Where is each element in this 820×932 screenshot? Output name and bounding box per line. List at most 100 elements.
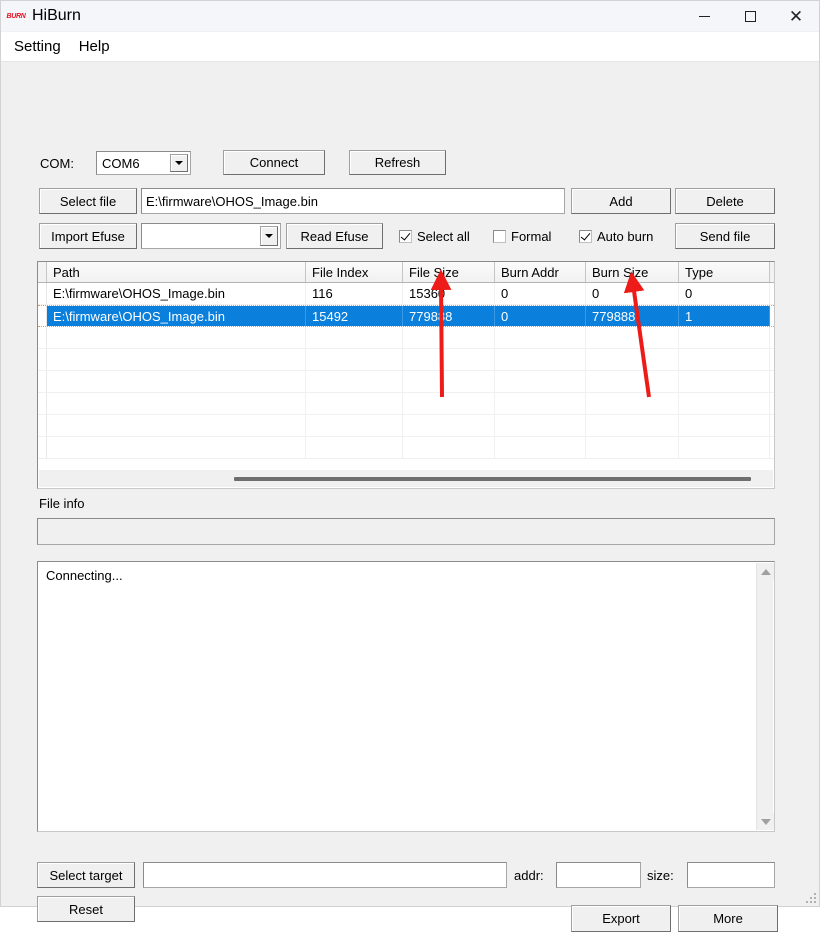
file-list-column-header[interactable]: File Index bbox=[306, 262, 403, 282]
file-info-input[interactable] bbox=[37, 518, 775, 545]
size-label: size: bbox=[647, 868, 674, 883]
com-port-select[interactable]: COM6 bbox=[96, 151, 191, 175]
table-row[interactable]: E:\firmware\OHOS_Image.bin 15492 779888 0 77… bbox=[38, 305, 774, 327]
minimize-icon bbox=[698, 15, 710, 17]
import-efuse-button[interactable]: Import Efuse bbox=[39, 223, 137, 249]
table-cell bbox=[495, 415, 586, 436]
addr-input[interactable] bbox=[556, 862, 641, 888]
refresh-button[interactable]: Refresh bbox=[349, 150, 446, 175]
table-cell bbox=[495, 371, 586, 392]
select-file-button[interactable]: Select file bbox=[39, 188, 137, 214]
table-cell bbox=[47, 415, 306, 436]
table-cell: 0 bbox=[586, 283, 679, 304]
table-row[interactable] bbox=[38, 415, 774, 437]
console-vertical-scrollbar[interactable] bbox=[756, 563, 774, 830]
com-port-dropdown-button[interactable] bbox=[170, 154, 188, 172]
chevron-down-icon bbox=[175, 161, 183, 165]
delete-button[interactable]: Delete bbox=[675, 188, 775, 214]
table-cell bbox=[586, 415, 679, 436]
file-list-header-gutter bbox=[38, 262, 47, 282]
formal-checkbox[interactable]: Formal bbox=[493, 229, 551, 244]
file-info-label: File info bbox=[39, 496, 85, 511]
table-cell: 1 bbox=[679, 306, 770, 326]
table-cell bbox=[306, 393, 403, 414]
title-bar: BURN HiBurn ✕ bbox=[1, 1, 819, 32]
file-path-input[interactable]: E:\firmware\OHOS_Image.bin bbox=[141, 188, 565, 214]
table-cell bbox=[679, 327, 770, 348]
file-list-horizontal-scrollbar[interactable] bbox=[39, 470, 773, 487]
table-cell: 15492 bbox=[306, 306, 403, 326]
table-cell bbox=[495, 349, 586, 370]
table-cell bbox=[47, 349, 306, 370]
table-cell bbox=[306, 349, 403, 370]
formal-label: Formal bbox=[511, 229, 552, 244]
file-list-body: E:\firmware\OHOS_Image.bin 116 15360 0 0 0 E:\… bbox=[38, 283, 774, 459]
app-burn-icon: BURN bbox=[6, 6, 26, 26]
app-icon-label: BURN bbox=[6, 12, 26, 20]
row-gutter bbox=[38, 437, 47, 458]
scroll-down-button[interactable] bbox=[757, 813, 774, 830]
efuse-select[interactable] bbox=[141, 223, 281, 249]
scroll-thumb[interactable] bbox=[234, 476, 751, 481]
table-cell bbox=[586, 327, 679, 348]
table-cell: 0 bbox=[679, 283, 770, 304]
table-cell bbox=[586, 437, 679, 458]
row-gutter bbox=[38, 371, 47, 392]
row-gutter bbox=[38, 327, 47, 348]
select-all-checkbox[interactable]: Select all bbox=[399, 229, 470, 244]
close-button[interactable]: ✕ bbox=[773, 1, 819, 31]
add-button[interactable]: Add bbox=[571, 188, 671, 214]
table-row[interactable]: E:\firmware\OHOS_Image.bin 116 15360 0 0 0 bbox=[38, 283, 774, 305]
table-cell bbox=[679, 349, 770, 370]
menu-item-setting[interactable]: Setting bbox=[5, 35, 70, 58]
table-cell bbox=[679, 393, 770, 414]
reset-button[interactable]: Reset bbox=[37, 896, 135, 922]
more-button[interactable]: More bbox=[678, 905, 778, 932]
scroll-down-icon bbox=[760, 818, 771, 825]
resize-grip-icon[interactable] bbox=[805, 892, 817, 904]
file-list-column-header[interactable]: Path bbox=[47, 262, 306, 282]
table-cell bbox=[403, 349, 495, 370]
file-list-column-header[interactable]: Burn Addr bbox=[495, 262, 586, 282]
menu-bar: Setting Help bbox=[1, 32, 819, 62]
file-list-column-header[interactable]: Burn Size bbox=[586, 262, 679, 282]
table-cell bbox=[586, 393, 679, 414]
table-row[interactable] bbox=[38, 349, 774, 371]
table-cell: 0 bbox=[495, 306, 586, 326]
scroll-up-button[interactable] bbox=[757, 563, 774, 580]
maximize-button[interactable] bbox=[727, 1, 773, 31]
size-input[interactable] bbox=[687, 862, 775, 888]
auto-burn-checkbox[interactable]: Auto burn bbox=[579, 229, 653, 244]
window-controls: ✕ bbox=[681, 1, 819, 31]
log-console[interactable]: Connecting... bbox=[37, 561, 775, 832]
menu-item-help[interactable]: Help bbox=[70, 35, 119, 58]
scroll-up-icon bbox=[760, 568, 771, 575]
checkbox-check-icon bbox=[399, 230, 412, 243]
table-cell bbox=[679, 371, 770, 392]
export-button[interactable]: Export bbox=[571, 905, 671, 932]
connect-button[interactable]: Connect bbox=[223, 150, 325, 175]
addr-label: addr: bbox=[514, 868, 544, 883]
table-cell bbox=[306, 327, 403, 348]
minimize-button[interactable] bbox=[681, 1, 727, 31]
table-cell bbox=[586, 349, 679, 370]
table-row[interactable] bbox=[38, 371, 774, 393]
close-icon: ✕ bbox=[788, 6, 804, 26]
table-row[interactable] bbox=[38, 393, 774, 415]
file-list-column-header[interactable]: File Size bbox=[403, 262, 495, 282]
select-target-button[interactable]: Select target bbox=[37, 862, 135, 888]
log-text: Connecting... bbox=[46, 568, 123, 583]
read-efuse-button[interactable]: Read Efuse bbox=[286, 223, 383, 249]
file-list-column-header[interactable]: Type bbox=[679, 262, 770, 282]
export-button-label: Export bbox=[602, 911, 640, 926]
send-file-button[interactable]: Send file bbox=[675, 223, 775, 249]
table-row[interactable] bbox=[38, 437, 774, 459]
read-efuse-button-label: Read Efuse bbox=[300, 228, 369, 244]
target-input[interactable] bbox=[143, 862, 507, 888]
table-row[interactable] bbox=[38, 327, 774, 349]
file-list[interactable]: Path File Index File Size Burn Addr Burn Siz… bbox=[37, 261, 775, 489]
efuse-dropdown-button[interactable] bbox=[260, 226, 278, 246]
table-cell bbox=[403, 415, 495, 436]
auto-burn-label: Auto burn bbox=[597, 229, 654, 244]
table-cell bbox=[403, 327, 495, 348]
